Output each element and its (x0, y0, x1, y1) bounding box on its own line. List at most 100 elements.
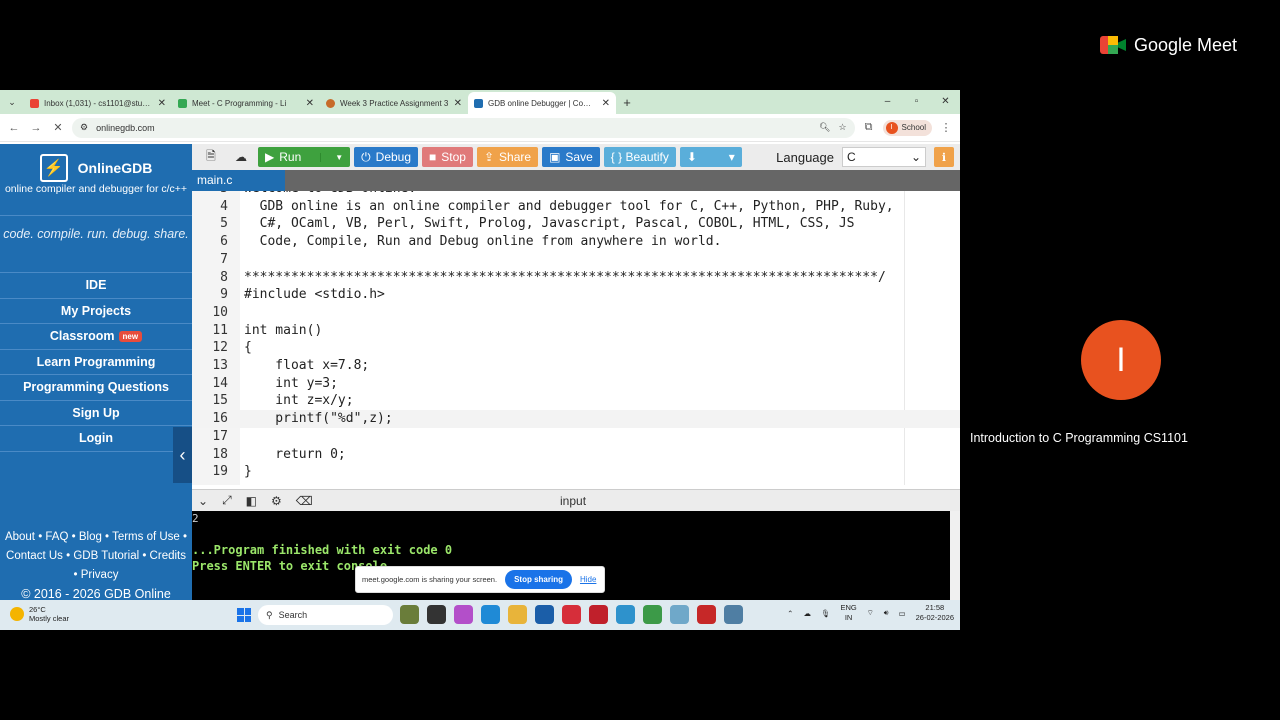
code-line[interactable]: 10 (192, 304, 960, 322)
close-icon[interactable]: ✕ (454, 98, 462, 109)
extensions-icon[interactable]: ⧉ (861, 121, 877, 134)
tab-search-icon[interactable]: ⌄ (0, 90, 24, 114)
sidebar-item-programming-questions[interactable]: Programming Questions (0, 375, 192, 401)
close-icon[interactable]: ✕ (602, 98, 610, 109)
maximize-icon[interactable]: ▫ (902, 90, 931, 114)
code-line[interactable]: 18 return 0; (192, 446, 960, 464)
info-icon[interactable]: ℹ (934, 147, 954, 167)
input-language[interactable]: ENG IN (840, 603, 856, 623)
windows-start-icon[interactable] (237, 608, 251, 622)
split-view-icon[interactable]: ◧ (246, 494, 257, 508)
minimize-icon[interactable]: – (873, 90, 902, 114)
zoom-icon[interactable]: 🔍︎ (819, 122, 830, 133)
save-button[interactable]: ▣ Save (542, 147, 600, 167)
code-line[interactable]: 6 Code, Compile, Run and Debug online fr… (192, 233, 960, 251)
code-line[interactable]: 13 float x=7.8; (192, 357, 960, 375)
bookmark-star-icon[interactable]: ☆ (838, 122, 846, 133)
share-button[interactable]: ⇪ Share (476, 147, 539, 167)
close-window-icon[interactable]: ✕ (931, 90, 960, 114)
profile-button[interactable]: I School (882, 119, 932, 136)
microphone-icon[interactable]: 🎙︎ (821, 609, 831, 618)
calculator-icon[interactable] (670, 605, 689, 624)
tab-gdb[interactable]: GDB online Debugger | Compil ✕ (468, 92, 616, 114)
tablet-icon[interactable] (724, 605, 743, 624)
save-icon: ▣ (549, 150, 561, 164)
browser-app-icon[interactable] (616, 605, 635, 624)
run-button[interactable]: ▶ Run ▼ (258, 147, 351, 167)
menu-kebab-icon[interactable]: ⋮ (938, 121, 954, 134)
tab-meet[interactable]: Meet - C Programming - Li ✕ (172, 92, 320, 114)
sidebar-item-learn-programming[interactable]: Learn Programming (0, 350, 192, 375)
upload-cloud-icon[interactable]: ☁ (228, 147, 254, 167)
sidebar-item-login[interactable]: Login (0, 426, 192, 452)
code-line[interactable]: 7 (192, 251, 960, 269)
tab-assignment[interactable]: Week 3 Practice Assignment 3 ✕ (320, 92, 468, 114)
store-icon[interactable] (535, 605, 554, 624)
app-icon[interactable] (562, 605, 581, 624)
tab-inbox[interactable]: Inbox (1,031) - cs1101@study.i ✕ (24, 92, 172, 114)
code-line[interactable]: 5 C#, OCaml, VB, Perl, Swift, Prolog, Ja… (192, 215, 960, 233)
code-line[interactable]: 15 int z=x/y; (192, 392, 960, 410)
brand-name: OnlineGDB (77, 160, 153, 176)
debug-button[interactable]: ⏻ Debug (354, 147, 419, 167)
stop-loading-icon[interactable]: ✕ (50, 121, 66, 134)
wifi-icon[interactable]: ⌔ (867, 608, 874, 618)
mcafee-icon[interactable] (589, 605, 608, 624)
site-info-icon[interactable]: ⚙ (80, 122, 88, 133)
stop-sharing-button[interactable]: Stop sharing (505, 570, 572, 589)
edge-icon[interactable] (481, 605, 500, 624)
collapse-sidebar-icon[interactable]: ‹ (173, 427, 192, 483)
stop-button[interactable]: ■ Stop (422, 147, 473, 167)
onedrive-icon[interactable]: ☁ (803, 609, 811, 618)
expand-icon[interactable]: ⤢ (222, 493, 232, 508)
new-file-icon[interactable]: 🗎 (198, 147, 224, 167)
back-icon[interactable]: ← (6, 122, 22, 134)
code-line[interactable]: 11 int main() (192, 322, 960, 340)
taskbar-search[interactable]: ⚲ Search (258, 605, 393, 625)
forward-icon[interactable]: → (28, 122, 44, 134)
sidebar-item-my-projects[interactable]: My Projects (0, 299, 192, 324)
meet-brand-text: Google Meet (1134, 34, 1238, 55)
file-tab-main-c[interactable]: main.c (192, 170, 285, 191)
collapse-output-icon[interactable]: ⌄ (198, 494, 208, 508)
footer-line[interactable]: Contact Us • GDB Tutorial • Credits (0, 547, 192, 566)
sidebar-item-ide[interactable]: IDE (0, 273, 192, 299)
chevron-down-icon[interactable]: ▼ (320, 152, 343, 162)
task-view-icon[interactable] (427, 605, 446, 624)
copilot-icon[interactable] (454, 605, 473, 624)
beautify-button[interactable]: { } Beautify (603, 147, 676, 167)
close-icon[interactable]: ✕ (306, 98, 314, 109)
hide-link[interactable]: Hide (580, 575, 596, 584)
settings-gear-icon[interactable]: ⚙ (271, 494, 282, 508)
weather-widget[interactable]: 26°C Mostly clear (10, 605, 69, 623)
console-scrollbar[interactable] (950, 511, 960, 600)
close-icon[interactable]: ✕ (158, 98, 166, 109)
code-line[interactable]: 4 GDB online is an online compiler and d… (192, 198, 960, 216)
code-line[interactable]: 19} (192, 463, 960, 481)
volume-icon[interactable]: 🔊︎ (884, 608, 889, 618)
widget-app-icon[interactable] (400, 605, 419, 624)
new-tab-button[interactable]: + (616, 92, 638, 114)
code-line[interactable]: 14 int y=3; (192, 375, 960, 393)
code-line[interactable]: 17 (192, 428, 960, 446)
pdf-reader-icon[interactable] (697, 605, 716, 624)
footer-line[interactable]: • Privacy (0, 566, 192, 585)
download-button[interactable]: ⬇ ▾ (679, 147, 742, 167)
brand-block[interactable]: ⚡ OnlineGDB online compiler and debugger… (0, 144, 192, 216)
clock[interactable]: 21:58 26-02-2026 (916, 603, 954, 623)
code-line[interactable]: 9 #include <stdio.h> (192, 286, 960, 304)
code-line[interactable]: 12 { (192, 339, 960, 357)
sidebar-item-classroom[interactable]: Classroom new (0, 324, 192, 350)
url-field[interactable]: ⚙ onlinegdb.com 🔍︎ ☆ (72, 117, 855, 138)
code-line[interactable]: 16 printf("%d",z); (192, 410, 960, 429)
battery-icon[interactable]: ▭ (899, 609, 906, 618)
file-explorer-icon[interactable] (508, 605, 527, 624)
code-line[interactable]: 8 ***************************************… (192, 269, 960, 287)
clear-icon[interactable]: ⌫ (296, 494, 313, 508)
code-editor[interactable]: 3Welcome to GDB Online.4 GDB online is a… (192, 191, 960, 485)
chevron-up-icon[interactable]: ⌃ (787, 609, 793, 618)
chrome-icon[interactable] (643, 605, 662, 624)
sidebar-item-sign-up[interactable]: Sign Up (0, 401, 192, 426)
language-select[interactable]: C ⌄ (842, 147, 926, 167)
footer-line[interactable]: About • FAQ • Blog • Terms of Use • (0, 528, 192, 547)
